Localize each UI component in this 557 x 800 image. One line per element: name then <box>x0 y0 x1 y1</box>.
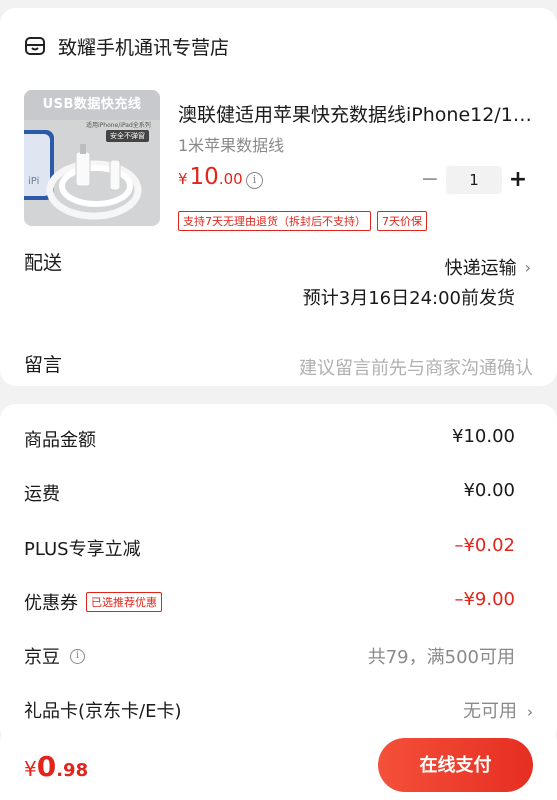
quantity-decrease-button[interactable]: − <box>418 166 442 194</box>
checkout-bar: ¥ 0 .98 在线支付 <box>0 728 557 800</box>
image-subtitle: 适用iPhone/iPad全系列 <box>86 122 151 129</box>
chevron-right-icon: › <box>527 703 533 721</box>
quantity-increase-button[interactable]: + <box>506 166 530 194</box>
shop-header[interactable]: 致耀手机通讯专营店 <box>24 32 229 60</box>
plus-discount-label: PLUS专享立减 <box>24 539 141 560</box>
jingdou-label: 京豆 <box>24 647 60 668</box>
price-currency: ¥ <box>178 170 188 188</box>
delivery-method[interactable]: 快递运输 › <box>445 254 531 280</box>
total-integer: 0 <box>36 750 57 783</box>
chevron-right-icon: › <box>524 257 531 277</box>
plus-discount-value: –¥0.02 <box>454 535 515 556</box>
note-input[interactable]: 建议留言前先与商家沟通确认 <box>299 354 533 380</box>
gift-card-label: 礼品卡(京东卡/E卡) <box>24 701 182 722</box>
shipping-fee-row: 运费 ¥0.00 <box>0 472 557 512</box>
price-info-icon[interactable]: i <box>246 172 263 189</box>
product-spec[interactable]: 1米苹果数据线 <box>178 132 284 156</box>
total-currency: ¥ <box>24 757 37 781</box>
coupon-label-group: 优惠券 已选推荐优惠 <box>24 589 162 615</box>
shipping-fee-value: ¥0.00 <box>463 480 515 501</box>
image-badge: 安全不弹窗 <box>106 130 149 142</box>
gift-card-value: 无可用 <box>463 701 517 722</box>
shop-name: 致耀手机通讯专营店 <box>58 36 230 59</box>
image-banner: USB数据快充线 <box>24 90 160 120</box>
goods-amount-label: 商品金额 <box>24 430 96 451</box>
shipping-fee-label: 运费 <box>24 484 60 505</box>
price-integer: 10 <box>189 164 219 190</box>
coupon-recommended-tag: 已选推荐优惠 <box>86 592 162 612</box>
goods-amount-row: 商品金额 ¥10.00 <box>0 418 557 458</box>
delivery-label: 配送 <box>24 252 63 274</box>
service-tags: 支持7天无理由退货（拆封后不支持） 7天价保 <box>178 211 433 231</box>
gift-card-row[interactable]: 礼品卡(京东卡/E卡) 无可用 › <box>0 689 557 729</box>
total-decimal: .98 <box>56 760 89 781</box>
note-label: 留言 <box>24 354 63 376</box>
plus-discount-row: PLUS专享立减 –¥0.02 <box>0 527 557 567</box>
product-image[interactable]: USB数据快充线 适用iPhone/iPad全系列 安全不弹窗 iPi <box>24 90 160 226</box>
pay-online-button[interactable]: 在线支付 <box>378 738 533 792</box>
jingdou-row[interactable]: 京豆 i 共79，满500可用 <box>0 635 557 675</box>
delivery-eta: 预计3月16日24:00前发货 <box>302 288 515 309</box>
product-title[interactable]: 澳联健适用苹果快充数据线iPhone12/11… <box>178 100 538 127</box>
coupon-value: –¥9.00 <box>454 589 515 610</box>
total-price: ¥ 0 .98 <box>24 750 88 783</box>
return-policy-tag: 支持7天无理由退货（拆封后不支持） <box>178 211 371 231</box>
product-price: ¥ 10 .00 <box>178 164 243 190</box>
quantity-input[interactable]: 1 <box>446 166 502 194</box>
goods-amount-value: ¥10.00 <box>452 426 515 447</box>
store-icon <box>25 37 45 55</box>
price-decimal: .00 <box>218 170 243 188</box>
delivery-method-text: 快递运输 <box>444 258 517 279</box>
price-detail-card: 商品金额 ¥10.00 运费 ¥0.00 PLUS专享立减 –¥0.02 优惠券… <box>0 404 557 744</box>
jingdou-label-group: 京豆 i <box>24 643 85 669</box>
coupon-row[interactable]: 优惠券 已选推荐优惠 –¥9.00 <box>0 581 557 621</box>
gift-card-value-group: 无可用 › <box>463 697 533 723</box>
price-protect-tag: 7天价保 <box>377 211 427 231</box>
coupon-label: 优惠券 <box>24 593 78 614</box>
jingdou-value: 共79，满500可用 <box>367 647 515 668</box>
jingdou-info-icon[interactable]: i <box>70 648 85 664</box>
image-side-text: iPi <box>28 176 40 187</box>
order-card: 致耀手机通讯专营店 USB数据快充线 适用iPhone/iPad全系列 安全不弹… <box>0 8 557 386</box>
